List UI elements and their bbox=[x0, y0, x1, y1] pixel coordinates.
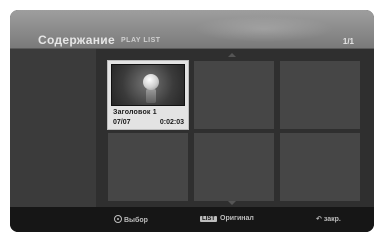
thumbnail-date: 07/07 bbox=[113, 119, 131, 126]
empty-thumbnail-slot bbox=[194, 61, 274, 129]
select-label: Выбор bbox=[124, 217, 148, 224]
select-button-icon bbox=[114, 215, 122, 223]
dvd-menu-screen: Содержание PLAY LIST 1/1 Заголовок 1 07/… bbox=[10, 10, 374, 232]
thumbnail-grid: Заголовок 1 07/07 0:02:03 bbox=[96, 49, 374, 207]
select-hint: Выбор bbox=[114, 215, 148, 224]
list-button-icon: LIST bbox=[200, 216, 217, 222]
title-thumbnail-1[interactable]: Заголовок 1 07/07 0:02:03 bbox=[108, 61, 188, 129]
page-indicator: 1/1 bbox=[342, 37, 354, 46]
page-title: Содержание bbox=[38, 33, 115, 47]
footer-bar: Выбор LIST Оригинал ↶ закр. bbox=[10, 207, 374, 232]
list-label: Оригинал bbox=[220, 215, 254, 222]
thumbnail-stem bbox=[146, 89, 156, 103]
empty-thumbnail-slot bbox=[194, 133, 274, 201]
thumbnail-title: Заголовок 1 bbox=[113, 109, 157, 116]
close-hint: ↶ закр. bbox=[316, 215, 341, 223]
header-decoration bbox=[194, 16, 334, 42]
list-hint: LIST Оригинал bbox=[200, 215, 254, 222]
header-bar: Содержание PLAY LIST 1/1 bbox=[10, 10, 374, 49]
empty-thumbnail-slot bbox=[280, 61, 360, 129]
close-label: закр. bbox=[323, 216, 341, 223]
empty-thumbnail-slot bbox=[280, 133, 360, 201]
thumbnail-duration: 0:02:03 bbox=[159, 119, 184, 126]
scroll-down-icon[interactable] bbox=[228, 201, 236, 205]
thumbnail-ball bbox=[143, 74, 159, 90]
thumbnail-image bbox=[111, 64, 185, 106]
side-panel bbox=[10, 49, 96, 207]
scroll-up-icon[interactable] bbox=[228, 53, 236, 57]
page-subtitle: PLAY LIST bbox=[121, 37, 161, 44]
empty-thumbnail-slot bbox=[108, 133, 188, 201]
return-icon: ↶ bbox=[316, 216, 322, 223]
